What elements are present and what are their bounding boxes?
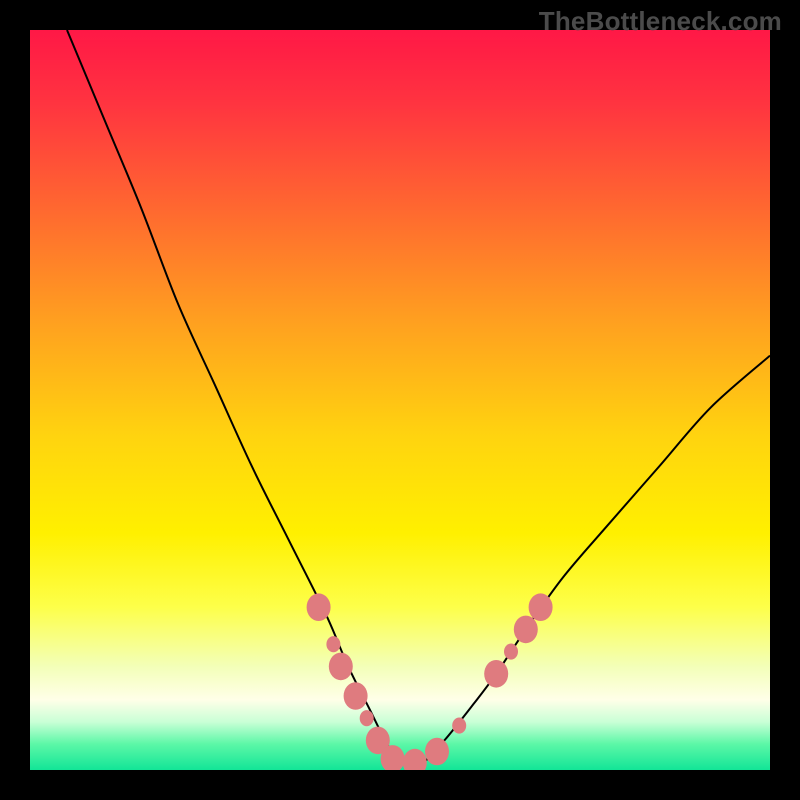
highlight-dot [360,710,374,726]
highlight-dot [504,644,518,660]
highlight-dot [529,593,553,621]
highlight-dot [425,738,449,766]
chart-svg [30,30,770,770]
highlight-dot [326,636,340,652]
chart-container: TheBottleneck.com [0,0,800,800]
highlight-dot [307,593,331,621]
plot-area [30,30,770,770]
watermark-text: TheBottleneck.com [539,6,782,37]
highlight-dot [452,718,466,734]
highlight-dot [329,653,353,681]
gradient-background [30,30,770,770]
highlight-dot [344,682,368,710]
highlight-dot [514,616,538,644]
highlight-dot [484,660,508,688]
